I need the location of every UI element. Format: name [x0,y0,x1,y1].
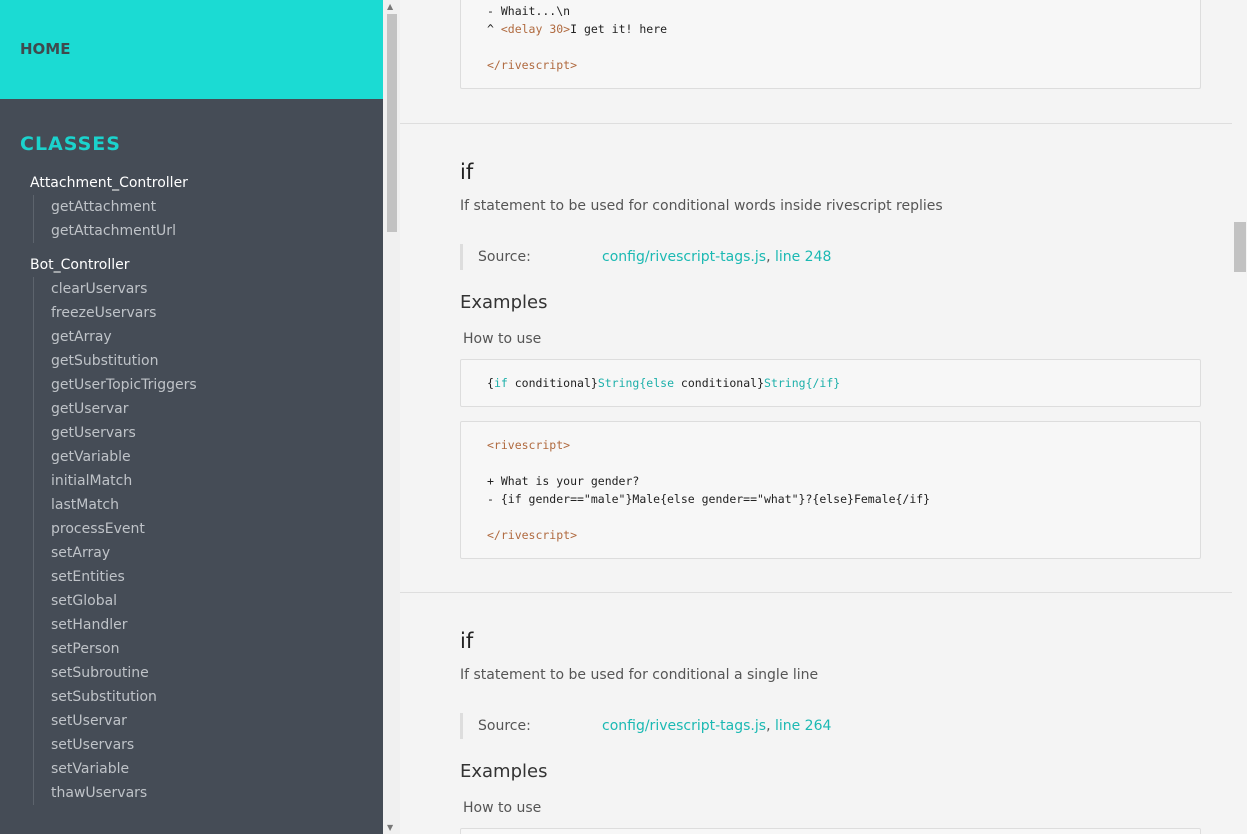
usage-code-block [460,828,1201,834]
code-keyword: if [493,376,508,390]
method-link[interactable]: getAttachmentUrl [51,219,383,243]
method-link[interactable]: getAttachment [51,195,383,219]
main-scrollbar[interactable] [1232,0,1247,834]
code-line: + What is your gender? [487,474,640,488]
example-code-block: <rivescript> + What is your gender? - {i… [460,421,1201,559]
code-keyword: else [646,376,674,390]
method-link[interactable]: setSubroutine [51,661,383,685]
source-label: Source: [478,249,531,265]
method-section: if If statement to be used for condition… [400,593,1232,816]
code-keyword: String [597,376,640,390]
source-line-link[interactable]: line 264 [775,718,831,734]
sidebar-scrollbar[interactable]: ▲ ▼ [383,0,400,834]
code-text: conditional} [507,376,598,390]
method-link[interactable]: getSubstitution [51,349,383,373]
method-link[interactable]: setHandler [51,613,383,637]
code-tag: <rivescript> [487,438,571,452]
method-link[interactable]: setEntities [51,565,383,589]
example-caption: How to use [463,800,542,816]
method-link[interactable]: processEvent [51,517,383,541]
code-text: conditional} [674,376,765,390]
examples-heading: Examples [460,292,548,313]
code-line: - {if gender=="male"}Male{else gender=="… [487,492,931,506]
classes-heading: CLASSES [20,133,121,155]
source-line-link[interactable]: line 248 [775,249,831,265]
main-content: - Whait...\n ^ <delay 30>I get it! here … [400,0,1232,834]
example-caption: How to use [463,331,542,347]
sidebar: HOME CLASSES Attachment_Controller getAt… [0,0,383,834]
home-link[interactable]: HOME [0,0,383,99]
method-link[interactable]: setPerson [51,637,383,661]
method-link[interactable]: setSubstitution [51,685,383,709]
separator: , [766,718,775,734]
separator: , [766,249,775,265]
source-info: Source: config/rivescript-tags.js, line 2… [460,244,1200,270]
method-link[interactable]: setVariable [51,757,383,781]
method-link[interactable]: clearUservars [51,277,383,301]
method-title: if [460,629,474,653]
code-line: - Whait...\n [487,4,571,18]
source-label: Source: [478,718,531,734]
method-link[interactable]: lastMatch [51,493,383,517]
method-link[interactable]: freezeUservars [51,301,383,325]
source-file-link[interactable]: config/rivescript-tags.js [602,718,766,734]
method-link[interactable]: setUservars [51,733,383,757]
code-text: I get it! here [570,22,668,36]
method-title: if [460,160,474,184]
code-keyword: {/if} [805,376,841,390]
code-text: { [487,376,494,390]
method-list: clearUservars freezeUservars getArray getSu… [33,277,383,805]
method-link[interactable]: getUservars [51,421,383,445]
method-section: if If statement to be used for condition… [400,124,1232,347]
method-link[interactable]: getUservar [51,397,383,421]
code-block: - Whait...\n ^ <delay 30>I get it! here … [460,0,1201,89]
code-text: ^ [487,22,501,36]
class-group: Bot_Controller clearUservars freezeUserva… [0,253,383,805]
method-link[interactable]: getArray [51,325,383,349]
method-list: getAttachment getAttachmentUrl [33,195,383,243]
class-link[interactable]: Attachment_Controller [30,171,383,195]
code-tag: </rivescript> [487,528,578,542]
source-file-link[interactable]: config/rivescript-tags.js [602,249,766,265]
examples-heading: Examples [460,761,548,782]
scroll-thumb[interactable] [1234,222,1246,272]
code-tag: <delay 30> [500,22,571,36]
scroll-thumb[interactable] [387,14,397,232]
usage-code-block: {if conditional}String{else conditional}… [460,359,1201,407]
method-link[interactable]: setUservar [51,709,383,733]
method-link[interactable]: getUserTopicTriggers [51,373,383,397]
class-group: Attachment_Controller getAttachment getAt… [0,171,383,243]
method-link[interactable]: thawUservars [51,781,383,805]
code-keyword: String [764,376,806,390]
code-tag: </rivescript> [487,58,578,72]
method-link[interactable]: initialMatch [51,469,383,493]
method-description: If statement to be used for conditional … [460,667,819,683]
source-info: Source: config/rivescript-tags.js, line 2… [460,713,1200,739]
class-link[interactable]: Bot_Controller [30,253,383,277]
method-link[interactable]: setArray [51,541,383,565]
method-link[interactable]: setGlobal [51,589,383,613]
method-link[interactable]: getVariable [51,445,383,469]
method-description: If statement to be used for conditional … [460,198,943,214]
